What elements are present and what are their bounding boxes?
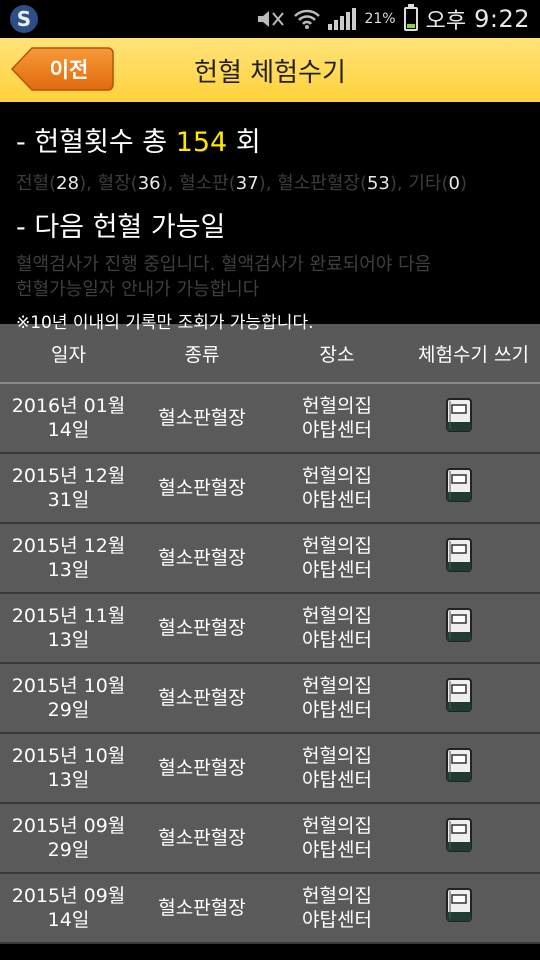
wifi-icon: [294, 9, 321, 29]
row-write-cell: [407, 537, 540, 579]
breakdown-sep: ),: [79, 173, 98, 194]
total-count-prefix: - 헌혈횟수 총: [16, 127, 168, 158]
breakdown-sep: ),: [258, 173, 278, 194]
notebook-icon[interactable]: [444, 887, 474, 923]
row-write-cell: [407, 467, 540, 509]
row-place: 헌혈의집 야탑센터: [302, 675, 372, 721]
clock-ampm: 오후: [425, 9, 467, 34]
breakdown-value: 37: [235, 173, 259, 194]
breakdown-label: 혈장(: [97, 173, 138, 194]
row-write-cell: [407, 607, 540, 649]
col-header-date: 일자: [51, 343, 86, 366]
blood-test-notice-line-1: 혈액검사가 진행 중입니다. 혈액검사가 완료되어야 다음: [16, 254, 432, 275]
breakdown-value: 53: [366, 173, 390, 194]
row-date: 2016년 01월 14일: [11, 395, 126, 441]
back-button[interactable]: 이전: [10, 46, 114, 92]
breakdown-label: 혈소판혈장(: [277, 173, 367, 194]
row-type: 혈소판혈장: [158, 687, 246, 709]
row-place: 헌혈의집 야탑센터: [302, 535, 372, 581]
row-place: 헌혈의집 야탑센터: [302, 815, 372, 861]
total-count-suffix: 회: [235, 127, 261, 158]
row-write-cell: [407, 817, 540, 859]
breakdown-sep: ),: [160, 173, 180, 194]
row-write-cell: [407, 887, 540, 929]
blood-test-notice-line-2: 헌혈가능일자 안내가 가능합니다: [16, 279, 260, 300]
donation-summary: - 헌혈횟수 총 154 회 전혈(28), 혈장(36), 혈소판(37), …: [0, 102, 540, 333]
col-header-place: 장소: [319, 343, 355, 366]
row-type: 혈소판혈장: [158, 757, 246, 779]
table-row[interactable]: 2015년 10월 13일 혈소판혈장 헌혈의집 야탑센터: [0, 734, 540, 804]
notebook-icon[interactable]: [444, 817, 474, 853]
total-count-line: - 헌혈횟수 총 154 회: [16, 120, 524, 159]
row-place: 헌혈의집 야탑센터: [302, 395, 372, 441]
row-place: 헌혈의집 야탑센터: [302, 885, 372, 931]
row-type: 혈소판혈장: [158, 477, 246, 499]
row-date: 2015년 11월 13일: [11, 605, 126, 651]
breakdown-label: 기타(: [408, 173, 449, 194]
mute-icon: [258, 11, 285, 27]
table-row[interactable]: 2015년 11월 13일 혈소판혈장 헌혈의집 야탑센터: [0, 594, 540, 664]
table-row[interactable]: 2015년 10월 29일 혈소판혈장 헌혈의집 야탑센터: [0, 664, 540, 734]
title-bar: 이전 헌혈 체험수기: [0, 38, 540, 102]
notebook-icon[interactable]: [444, 467, 474, 503]
row-place: 헌혈의집 야탑센터: [302, 745, 372, 791]
breakdown-sep: ),: [389, 173, 409, 194]
history-table-header: 일자 종류 장소 체험수기 쓰기: [0, 324, 540, 384]
signal-icon: [328, 8, 357, 30]
app-notification-icon: S: [10, 5, 38, 33]
row-date: 2015년 09월 29일: [11, 815, 126, 861]
row-date: 2015년 10월 13일: [11, 745, 126, 791]
breakdown-value: 36: [137, 173, 161, 194]
back-button-label: 이전: [49, 58, 89, 82]
donation-breakdown: 전혈(28), 혈장(36), 혈소판(37), 혈소판혈장(53), 기타(0…: [16, 169, 524, 195]
table-row[interactable]: 2015년 12월 13일 혈소판혈장 헌혈의집 야탑센터: [0, 524, 540, 594]
breakdown-label: 전혈(: [16, 173, 57, 194]
notebook-icon[interactable]: [444, 537, 474, 573]
history-table-body: 2016년 01월 14일 혈소판혈장 헌혈의집 야탑센터 2015년 12월 31일…: [0, 384, 540, 944]
row-date: 2015년 12월 13일: [11, 535, 126, 581]
table-row[interactable]: 2015년 09월 14일 혈소판혈장 헌혈의집 야탑센터: [0, 874, 540, 944]
notebook-icon[interactable]: [444, 397, 474, 433]
row-write-cell: [407, 397, 540, 439]
status-bar: S 21% 오후 9:22: [0, 0, 540, 38]
table-row[interactable]: 2016년 01월 14일 혈소판혈장 헌혈의집 야탑센터: [0, 384, 540, 454]
row-type: 혈소판혈장: [158, 897, 246, 919]
row-date: 2015년 12월 31일: [11, 465, 126, 511]
blood-test-notice: 혈액검사가 진행 중입니다. 혈액검사가 완료되어야 다음 헌혈가능일자 안내가…: [16, 252, 524, 302]
row-date: 2015년 10월 29일: [11, 675, 126, 721]
notebook-icon[interactable]: [444, 607, 474, 643]
row-type: 혈소판혈장: [158, 827, 246, 849]
table-row[interactable]: 2015년 09월 29일 혈소판혈장 헌혈의집 야탑센터: [0, 804, 540, 874]
row-write-cell: [407, 747, 540, 789]
breakdown-sep: ): [459, 173, 467, 194]
col-header-write-review: 체험수기 쓰기: [418, 343, 529, 366]
total-count-value: 154: [175, 127, 228, 158]
row-type: 혈소판혈장: [158, 407, 246, 429]
battery-icon: [403, 4, 418, 31]
row-date: 2015년 09월 14일: [11, 885, 126, 931]
battery-percent: 21%: [364, 11, 396, 27]
row-write-cell: [407, 677, 540, 719]
next-donation-heading: - 다음 헌혈 가능일: [16, 212, 226, 243]
clock-time: 9:22: [474, 5, 530, 33]
breakdown-value: 0: [448, 173, 460, 194]
notebook-icon[interactable]: [444, 677, 474, 713]
row-place: 헌혈의집 야탑센터: [302, 465, 372, 511]
breakdown-value: 28: [56, 173, 80, 194]
breakdown-label: 혈소판(: [179, 173, 236, 194]
row-place: 헌혈의집 야탑센터: [302, 605, 372, 651]
row-type: 혈소판혈장: [158, 617, 246, 639]
table-row[interactable]: 2015년 12월 31일 혈소판혈장 헌혈의집 야탑센터: [0, 454, 540, 524]
notebook-icon[interactable]: [444, 747, 474, 783]
row-type: 혈소판혈장: [158, 547, 246, 569]
col-header-type: 종류: [184, 343, 220, 366]
